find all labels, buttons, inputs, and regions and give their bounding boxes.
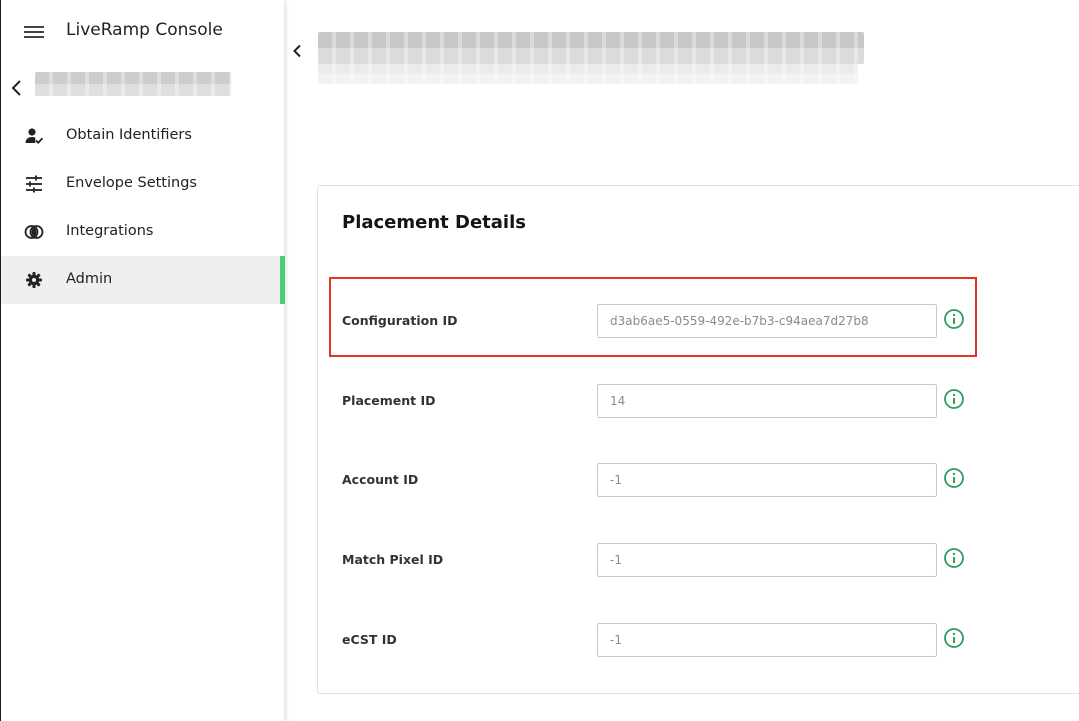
info-icon[interactable] [943, 388, 965, 410]
info-icon[interactable] [943, 467, 965, 489]
account-id-field[interactable] [597, 463, 937, 497]
hamburger-menu-icon[interactable] [24, 23, 44, 41]
configuration-id-label: Configuration ID [342, 313, 458, 328]
info-icon[interactable] [943, 308, 965, 330]
placement-id-label: Placement ID [342, 393, 436, 408]
account-id-label: Account ID [342, 472, 419, 487]
ecst-id-label: eCST ID [342, 632, 397, 647]
sidebar-item-label: Obtain Identifiers [66, 127, 192, 143]
configuration-id-field[interactable] [597, 304, 937, 338]
redacted-page-title [318, 32, 864, 64]
match-pixel-id-label: Match Pixel ID [342, 552, 444, 567]
ecst-id-field[interactable] [597, 623, 937, 657]
sidebar-item-envelope-settings[interactable]: Envelope Settings [1, 160, 285, 208]
back-chevron-icon[interactable] [292, 44, 302, 58]
match-pixel-id-field[interactable] [597, 543, 937, 577]
sidebar-item-integrations[interactable]: Integrations [1, 208, 285, 256]
info-icon[interactable] [943, 547, 965, 569]
sliders-icon [26, 175, 42, 193]
card-title: Placement Details [342, 212, 526, 233]
redacted-page-subtitle [318, 64, 858, 84]
sidebar-item-obtain-identifiers[interactable]: Obtain Identifiers [1, 112, 285, 160]
app-title: LiveRamp Console [66, 20, 223, 40]
active-indicator [280, 256, 285, 304]
integrations-icon [24, 225, 44, 239]
sidebar-item-label: Integrations [66, 223, 154, 239]
sidebar-back-row[interactable] [1, 70, 285, 106]
sidebar-item-label: Admin [66, 271, 113, 287]
person-check-icon [25, 128, 44, 144]
gear-icon [26, 272, 42, 288]
redacted-context-name [35, 72, 231, 96]
chevron-left-icon[interactable] [10, 79, 24, 97]
placement-details-card [317, 185, 1079, 694]
info-icon[interactable] [943, 627, 965, 649]
sidebar-item-label: Envelope Settings [66, 175, 197, 191]
sidebar: LiveRamp Console Obtain Identifiers Enve… [0, 0, 285, 721]
placement-id-field[interactable] [597, 384, 937, 418]
sidebar-item-admin[interactable]: Admin [1, 256, 285, 304]
